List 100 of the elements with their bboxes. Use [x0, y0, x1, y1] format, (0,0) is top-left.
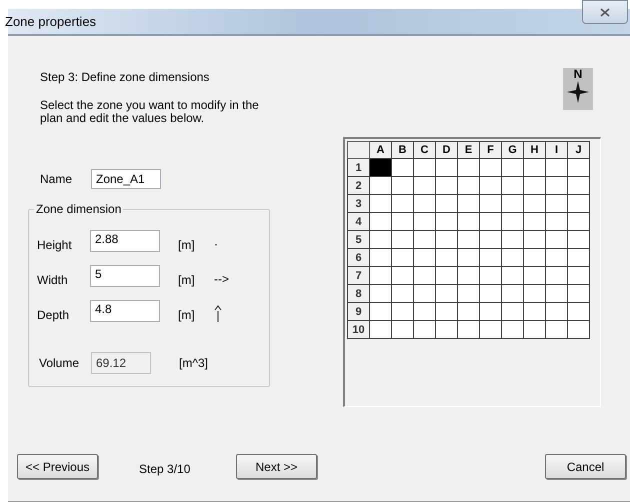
grid-cell[interactable]: [524, 212, 546, 230]
grid-cell[interactable]: [502, 302, 524, 320]
grid-cell[interactable]: [546, 320, 568, 338]
close-button[interactable]: [582, 0, 628, 24]
grid-cell[interactable]: [458, 176, 480, 194]
grid-cell[interactable]: [480, 194, 502, 212]
grid-cell[interactable]: [546, 158, 568, 176]
grid-cell[interactable]: [502, 230, 524, 248]
grid-cell[interactable]: [480, 230, 502, 248]
grid-cell[interactable]: [480, 158, 502, 176]
grid-cell[interactable]: [546, 248, 568, 266]
grid-cell[interactable]: [568, 320, 590, 338]
grid-cell[interactable]: [458, 230, 480, 248]
grid-cell[interactable]: [458, 266, 480, 284]
grid-cell[interactable]: [568, 248, 590, 266]
grid-cell[interactable]: [370, 320, 392, 338]
grid-cell[interactable]: [436, 320, 458, 338]
grid-cell[interactable]: [568, 158, 590, 176]
grid-cell[interactable]: [370, 302, 392, 320]
grid-cell[interactable]: [480, 212, 502, 230]
previous-button[interactable]: << Previous: [17, 454, 98, 479]
grid-cell[interactable]: [568, 194, 590, 212]
grid-cell[interactable]: [568, 266, 590, 284]
grid-cell[interactable]: [370, 248, 392, 266]
grid-cell[interactable]: [436, 176, 458, 194]
grid-cell[interactable]: [546, 176, 568, 194]
grid-cell[interactable]: [414, 284, 436, 302]
grid-cell[interactable]: [546, 266, 568, 284]
grid-cell[interactable]: [524, 176, 546, 194]
grid-cell[interactable]: [546, 212, 568, 230]
grid-cell[interactable]: [458, 194, 480, 212]
grid-cell[interactable]: [392, 212, 414, 230]
grid-cell[interactable]: [458, 302, 480, 320]
grid-cell[interactable]: [370, 212, 392, 230]
grid-cell[interactable]: [392, 230, 414, 248]
grid-cell[interactable]: [568, 302, 590, 320]
grid-cell[interactable]: [458, 284, 480, 302]
grid-cell[interactable]: [458, 320, 480, 338]
grid-cell[interactable]: [502, 212, 524, 230]
grid-cell[interactable]: [436, 230, 458, 248]
grid-cell[interactable]: [458, 158, 480, 176]
grid-cell[interactable]: [546, 194, 568, 212]
grid-cell[interactable]: [414, 158, 436, 176]
grid-cell[interactable]: [392, 302, 414, 320]
grid-cell[interactable]: [370, 176, 392, 194]
grid-cell[interactable]: [370, 266, 392, 284]
grid-cell[interactable]: [524, 302, 546, 320]
grid-cell[interactable]: [392, 158, 414, 176]
grid-cell[interactable]: [392, 176, 414, 194]
grid-cell[interactable]: [502, 284, 524, 302]
grid-cell[interactable]: [502, 194, 524, 212]
grid-cell[interactable]: [458, 248, 480, 266]
grid-cell[interactable]: [436, 212, 458, 230]
grid-cell[interactable]: [524, 248, 546, 266]
grid-cell[interactable]: [414, 194, 436, 212]
grid-cell[interactable]: [370, 230, 392, 248]
grid-cell[interactable]: [524, 230, 546, 248]
grid-cell[interactable]: [480, 284, 502, 302]
grid-cell[interactable]: [370, 194, 392, 212]
grid-cell[interactable]: [436, 266, 458, 284]
grid-cell[interactable]: [568, 284, 590, 302]
grid-cell[interactable]: [414, 230, 436, 248]
grid-cell[interactable]: [502, 320, 524, 338]
grid-cell[interactable]: [546, 302, 568, 320]
grid-cell[interactable]: [480, 176, 502, 194]
grid-cell[interactable]: [370, 284, 392, 302]
grid-cell[interactable]: [436, 158, 458, 176]
grid-cell[interactable]: [480, 320, 502, 338]
grid-cell[interactable]: [568, 212, 590, 230]
grid-cell[interactable]: [502, 248, 524, 266]
grid-cell[interactable]: [392, 284, 414, 302]
grid-cell[interactable]: [524, 284, 546, 302]
grid-cell[interactable]: [414, 320, 436, 338]
cancel-button[interactable]: Cancel: [545, 454, 626, 479]
grid-cell[interactable]: [524, 158, 546, 176]
grid-cell[interactable]: [392, 266, 414, 284]
grid-cell[interactable]: [414, 266, 436, 284]
grid-cell[interactable]: [392, 248, 414, 266]
dimension-field[interactable]: 5: [90, 265, 160, 287]
grid-cell[interactable]: [546, 230, 568, 248]
grid-cell[interactable]: [436, 194, 458, 212]
grid-cell[interactable]: [524, 194, 546, 212]
grid-cell[interactable]: [502, 176, 524, 194]
grid-cell[interactable]: [480, 248, 502, 266]
grid-cell[interactable]: [524, 266, 546, 284]
grid-cell[interactable]: [480, 302, 502, 320]
grid-cell[interactable]: [480, 266, 502, 284]
grid-cell[interactable]: [414, 302, 436, 320]
grid-cell[interactable]: [414, 212, 436, 230]
grid-cell[interactable]: [502, 158, 524, 176]
grid-cell[interactable]: [458, 212, 480, 230]
grid-cell[interactable]: [414, 176, 436, 194]
next-button[interactable]: Next >>: [236, 454, 317, 479]
grid-cell[interactable]: [392, 320, 414, 338]
grid-cell[interactable]: [414, 248, 436, 266]
grid-cell[interactable]: [392, 194, 414, 212]
grid-cell[interactable]: [568, 176, 590, 194]
grid-cell[interactable]: [436, 302, 458, 320]
dimension-field[interactable]: 2.88: [90, 230, 160, 252]
grid-cell[interactable]: [436, 248, 458, 266]
